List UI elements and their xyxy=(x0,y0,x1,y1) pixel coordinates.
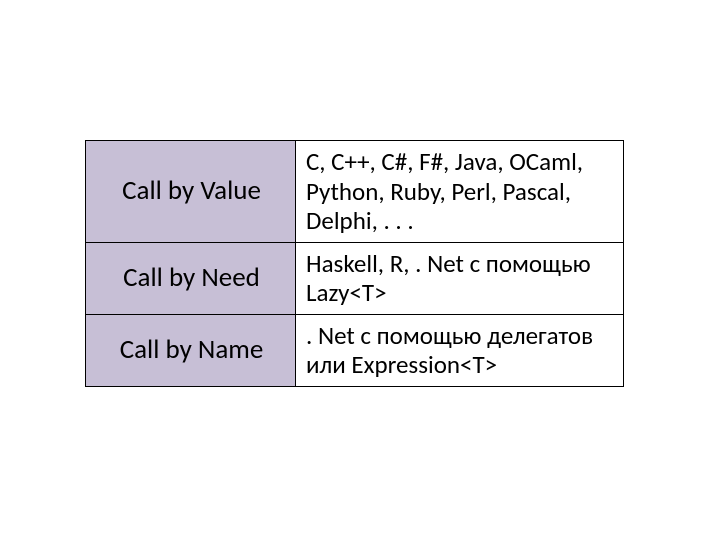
table-row: Call by Need Haskell, R, . Net с помощью… xyxy=(86,242,624,314)
table-row: Call by Value C, C++, C#, F#, Java, OCam… xyxy=(86,141,624,243)
strategy-desc: C, C++, C#, F#, Java, OCaml, Python, Rub… xyxy=(296,141,624,243)
strategy-label: Call by Name xyxy=(86,314,296,386)
strategy-desc: Haskell, R, . Net с помощью Lazy<T> xyxy=(296,242,624,314)
strategy-desc: . Net с помощью делегатов или Expression… xyxy=(296,314,624,386)
evaluation-strategies-table: Call by Value C, C++, C#, F#, Java, OCam… xyxy=(85,140,624,387)
strategy-label: Call by Value xyxy=(86,141,296,243)
table-row: Call by Name . Net с помощью делегатов и… xyxy=(86,314,624,386)
slide: Call by Value C, C++, C#, F#, Java, OCam… xyxy=(0,0,720,540)
strategy-label: Call by Need xyxy=(86,242,296,314)
